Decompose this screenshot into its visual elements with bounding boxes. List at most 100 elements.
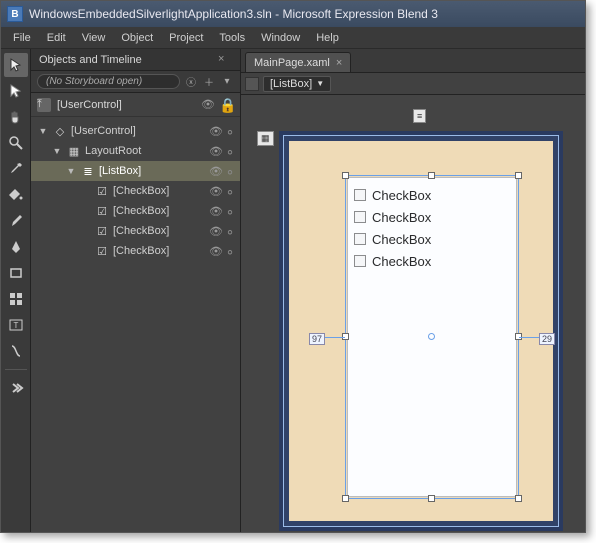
resize-handle-nw[interactable] xyxy=(342,172,349,179)
lock-toggle-icon[interactable]: ∘ xyxy=(224,124,236,138)
margin-line-left xyxy=(325,337,345,338)
margin-marker-left[interactable]: 97 xyxy=(309,333,325,345)
tree-label: [CheckBox] xyxy=(113,225,208,237)
tree-label: LayoutRoot xyxy=(85,145,208,157)
menu-project[interactable]: Project xyxy=(161,29,211,47)
menu-help[interactable]: Help xyxy=(308,29,347,47)
margin-line-right xyxy=(519,337,539,338)
tree-row[interactable]: ☑ [CheckBox]👁∘ xyxy=(31,181,240,201)
tab-label: MainPage.xaml xyxy=(254,57,330,69)
zoom-tool[interactable] xyxy=(4,131,28,155)
work-area: MainPage.xaml × [ListBox] ▼ ≡ xyxy=(241,49,585,532)
lock-toggle-icon[interactable]: ∘ xyxy=(224,144,236,158)
tool-palette: T xyxy=(1,49,31,532)
node-type-icon: ☑ xyxy=(95,204,109,218)
window-title: WindowsEmbeddedSilverlightApplication3.s… xyxy=(29,7,438,21)
panel-close-icon[interactable]: × xyxy=(218,53,232,67)
storyboard-close-icon[interactable]: ⓧ xyxy=(184,75,198,89)
tree-row[interactable]: ▼ ≣ [ListBox]👁∘ xyxy=(31,161,240,181)
tree-row[interactable]: ▼ ▦ LayoutRoot👁∘ xyxy=(31,141,240,161)
asset-tool[interactable] xyxy=(4,339,28,363)
paint-bucket-tool[interactable] xyxy=(4,183,28,207)
tree-row[interactable]: ▼ ◇ [UserControl]👁∘ xyxy=(31,121,240,141)
menu-window[interactable]: Window xyxy=(253,29,308,47)
lock-toggle-icon[interactable]: ∘ xyxy=(224,164,236,178)
visibility-header-icon[interactable]: 👁 xyxy=(200,98,216,111)
visibility-toggle-icon[interactable]: 👁 xyxy=(208,245,224,258)
storyboard-bar: (No Storyboard open) ⓧ ＋ ▾ xyxy=(31,71,240,93)
menu-object[interactable]: Object xyxy=(113,29,161,47)
resize-handle-ne[interactable] xyxy=(515,172,522,179)
visibility-toggle-icon[interactable]: 👁 xyxy=(208,165,224,178)
more-tools[interactable] xyxy=(4,376,28,400)
tree-label: [UserControl] xyxy=(71,125,208,137)
node-type-icon: ☑ xyxy=(95,244,109,258)
lock-toggle-icon[interactable]: ∘ xyxy=(224,204,236,218)
breadcrumb-label: [ListBox] xyxy=(270,78,312,90)
breadcrumb-item[interactable]: [ListBox] ▼ xyxy=(263,76,331,92)
menu-edit[interactable]: Edit xyxy=(39,29,74,47)
pen-tool[interactable] xyxy=(4,235,28,259)
tab-mainpage[interactable]: MainPage.xaml × xyxy=(245,52,351,72)
resize-handle-n[interactable] xyxy=(428,172,435,179)
scope-row[interactable]: ⤒ [UserControl] 👁 🔒 xyxy=(31,93,240,117)
expand-icon[interactable]: ▼ xyxy=(65,166,77,176)
tree-row[interactable]: ☑ [CheckBox]👁∘ xyxy=(31,241,240,261)
brush-tool[interactable] xyxy=(4,209,28,233)
node-type-icon: ≣ xyxy=(81,164,95,178)
menubar: File Edit View Object Project Tools Wind… xyxy=(1,27,585,49)
ruler-top-icon[interactable]: ≡ xyxy=(413,109,426,123)
resize-handle-se[interactable] xyxy=(515,495,522,502)
lock-header-icon[interactable]: 🔒 xyxy=(222,98,234,112)
tab-close-icon[interactable]: × xyxy=(336,57,342,69)
lock-toggle-icon[interactable]: ∘ xyxy=(224,184,236,198)
scope-up-icon[interactable]: ⤒ xyxy=(37,98,51,112)
pan-tool[interactable] xyxy=(4,105,28,129)
storyboard-picker[interactable]: (No Storyboard open) xyxy=(37,74,180,89)
resize-handle-sw[interactable] xyxy=(342,495,349,502)
app-icon: B xyxy=(7,6,23,22)
node-type-icon: ▦ xyxy=(67,144,81,158)
grid-tool[interactable] xyxy=(4,287,28,311)
storyboard-dropdown-icon[interactable]: ▾ xyxy=(220,75,234,89)
panel-title: Objects and Timeline xyxy=(39,54,142,66)
visibility-toggle-icon[interactable]: 👁 xyxy=(208,205,224,218)
objects-panel: Objects and Timeline × (No Storyboard op… xyxy=(31,49,241,532)
node-type-icon: ◇ xyxy=(53,124,67,138)
direct-select-tool[interactable] xyxy=(4,79,28,103)
rectangle-tool[interactable] xyxy=(4,261,28,285)
expand-icon[interactable]: ▼ xyxy=(51,146,63,156)
document-tabs: MainPage.xaml × xyxy=(241,49,585,73)
margin-marker-right[interactable]: 29 xyxy=(539,333,555,345)
node-type-icon: ☑ xyxy=(95,224,109,238)
svg-text:T: T xyxy=(13,321,18,330)
center-handle[interactable] xyxy=(428,333,435,340)
menu-tools[interactable]: Tools xyxy=(211,29,253,47)
tree-label: [CheckBox] xyxy=(113,185,208,197)
chevron-down-icon: ▼ xyxy=(316,79,324,88)
object-tree: ▼◇[UserControl]👁∘▼▦LayoutRoot👁∘▼≣[ListBo… xyxy=(31,117,240,532)
visibility-toggle-icon[interactable]: 👁 xyxy=(208,125,224,138)
visibility-toggle-icon[interactable]: 👁 xyxy=(208,145,224,158)
lock-toggle-icon[interactable]: ∘ xyxy=(224,224,236,238)
lock-toggle-icon[interactable]: ∘ xyxy=(224,244,236,258)
node-type-icon: ☑ xyxy=(95,184,109,198)
selection-tool[interactable] xyxy=(4,53,28,77)
storyboard-new-icon[interactable]: ＋ xyxy=(202,75,216,89)
eyedropper-tool[interactable] xyxy=(4,157,28,181)
tree-label: [CheckBox] xyxy=(113,245,208,257)
expand-icon[interactable]: ▼ xyxy=(37,126,49,136)
ruler-corner-icon: ▦ xyxy=(257,131,274,146)
text-tool[interactable]: T xyxy=(4,313,28,337)
visibility-toggle-icon[interactable]: 👁 xyxy=(208,185,224,198)
panel-header: Objects and Timeline × xyxy=(31,49,240,71)
resize-handle-s[interactable] xyxy=(428,495,435,502)
visibility-toggle-icon[interactable]: 👁 xyxy=(208,225,224,238)
tree-row[interactable]: ☑ [CheckBox]👁∘ xyxy=(31,221,240,241)
tree-label: [ListBox] xyxy=(99,165,208,177)
tree-row[interactable]: ☑[CheckBox]👁∘ xyxy=(31,201,240,221)
titlebar[interactable]: B WindowsEmbeddedSilverlightApplication3… xyxy=(1,1,585,27)
design-canvas[interactable]: ≡ ≡ ▦ CheckBoxCheckBoxCheckBoxCheckBox xyxy=(241,95,585,532)
menu-view[interactable]: View xyxy=(74,29,114,47)
menu-file[interactable]: File xyxy=(5,29,39,47)
